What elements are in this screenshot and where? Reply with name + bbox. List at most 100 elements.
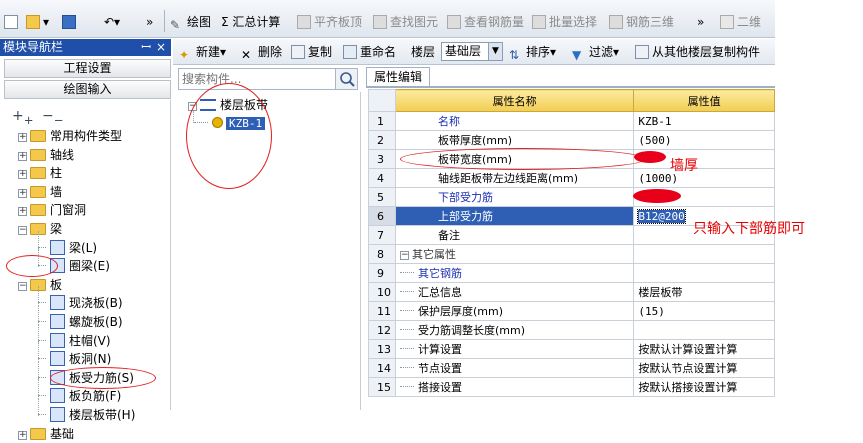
sort-button[interactable]: ⇅ 排序▾ bbox=[509, 43, 556, 62]
tree-line bbox=[38, 379, 39, 398]
property-value[interactable]: (15) bbox=[633, 301, 775, 321]
property-row[interactable]: 2 板带厚度(mm) (500) bbox=[368, 130, 775, 150]
property-row[interactable]: 8− 其它属性 bbox=[368, 244, 775, 264]
expand-icon[interactable]: + bbox=[18, 430, 27, 440]
property-value-text: (15) bbox=[638, 304, 665, 318]
align-top-button[interactable]: 平齐板顶 bbox=[297, 13, 362, 31]
collapse-icon[interactable]: − bbox=[18, 281, 27, 291]
folder-icon bbox=[30, 185, 46, 198]
slab-component-icon bbox=[50, 351, 65, 367]
property-value[interactable] bbox=[633, 320, 775, 340]
project-settings-button[interactable]: 工程设置 bbox=[4, 59, 171, 78]
new-file-icon[interactable] bbox=[4, 13, 21, 31]
property-value[interactable] bbox=[633, 263, 775, 283]
drawing-input-button[interactable]: 绘图输入 bbox=[4, 80, 171, 99]
nav-tree-label: 墙 bbox=[50, 184, 63, 199]
search-input[interactable] bbox=[179, 69, 334, 89]
property-row[interactable]: 14 节点设置 按默认节点设置计算 bbox=[368, 358, 775, 378]
toolbar-overflow-1[interactable]: » bbox=[146, 13, 153, 31]
nav-tree-folder[interactable]: − 梁 bbox=[18, 220, 62, 238]
tree-connector bbox=[400, 348, 414, 349]
tab-property-edit[interactable]: 属性编辑 bbox=[366, 67, 430, 87]
rename-label: 重命名 bbox=[360, 45, 397, 59]
new-button[interactable]: ✦ 新建▾ bbox=[179, 43, 226, 62]
copy-button[interactable]: 复制 bbox=[291, 43, 332, 61]
main-toolbar: ▾ ↶▾ » ✎ 绘图 Σ 汇总计算 平齐板顶 查找图元 查看钢筋量 批量选择 钢… bbox=[0, 0, 775, 38]
nav-tree-child[interactable]: 楼层板带(H) bbox=[38, 406, 135, 424]
tree-connector bbox=[400, 329, 414, 330]
nav-tree-folder[interactable]: + 轴线 bbox=[18, 146, 74, 164]
row-index: 4 bbox=[368, 168, 396, 188]
expand-icon[interactable]: + bbox=[18, 133, 27, 142]
search-icon[interactable] bbox=[335, 69, 357, 89]
nav-tree-folder[interactable]: + 基础 bbox=[18, 425, 74, 443]
toolbar-overflow-2[interactable]: » bbox=[697, 13, 704, 31]
tree-connector bbox=[400, 272, 414, 273]
property-row[interactable]: 12 受力筋调整长度(mm) bbox=[368, 320, 775, 340]
property-row[interactable]: 13 计算设置 按默认计算设置计算 bbox=[368, 339, 775, 359]
property-value[interactable]: 楼层板带 bbox=[633, 282, 775, 302]
nav-tree-child[interactable]: 柱帽(V) bbox=[38, 332, 111, 350]
expand-icon[interactable]: + bbox=[18, 170, 27, 180]
annotation-only-bottom: 只输入下部筋即可 bbox=[693, 221, 805, 237]
rename-button[interactable]: 重命名 bbox=[343, 43, 396, 61]
view-2d-button[interactable]: 二维 bbox=[720, 13, 761, 31]
filter-button[interactable]: ▼ 过滤▾ bbox=[572, 43, 619, 62]
property-row[interactable]: 1 名称 KZB-1 bbox=[368, 111, 775, 131]
property-table: 属性名称 属性值 1 名称 KZB-1 2 板带厚度(mm) (500) 3 板带宽度(mm)… bbox=[368, 89, 775, 397]
property-value[interactable]: (1000) bbox=[633, 168, 775, 188]
tree-line bbox=[38, 230, 39, 249]
pin-icon[interactable]: ꟷ bbox=[141, 39, 151, 56]
save-icon[interactable] bbox=[62, 13, 79, 31]
sum-button[interactable]: Σ 汇总计算 bbox=[221, 13, 280, 31]
nav-tree-folder[interactable]: + 门窗洞 bbox=[18, 201, 86, 219]
expand-icon[interactable]: + bbox=[18, 188, 27, 198]
floor-select[interactable]: 基础层 ▼ bbox=[441, 42, 503, 61]
delete-button[interactable]: ✕ 删除 bbox=[241, 43, 282, 62]
property-value[interactable]: KZB-1 bbox=[633, 111, 775, 131]
nav-tree-folder[interactable]: + 常用构件类型 bbox=[18, 127, 122, 145]
row-index: 15 bbox=[368, 377, 396, 397]
expand-collapse-icons[interactable]: ++ −− bbox=[12, 108, 63, 127]
property-value[interactable]: 按默认节点设置计算 bbox=[633, 358, 775, 378]
property-row[interactable]: 4 轴线距板带左边线距离(mm) (1000) bbox=[368, 168, 775, 188]
property-value[interactable]: 按默认搭接设置计算 bbox=[633, 377, 775, 397]
property-name-label: 下部受力筋 bbox=[438, 191, 493, 204]
property-row[interactable]: 10 汇总信息 楼层板带 bbox=[368, 282, 775, 302]
view-rebar-button[interactable]: 查看钢筋量 bbox=[447, 13, 524, 31]
collapse-icon[interactable]: − bbox=[400, 251, 409, 260]
row-index: 6 bbox=[368, 206, 396, 226]
nav-tree-child[interactable]: 板洞(N) bbox=[38, 350, 111, 368]
folder-icon bbox=[30, 130, 46, 142]
undo-icon[interactable]: ↶▾ bbox=[104, 13, 120, 31]
nav-tree-folder[interactable]: + 柱 bbox=[18, 164, 62, 182]
nav-tree-child[interactable]: 板负筋(F) bbox=[38, 387, 121, 405]
expand-icon[interactable]: + bbox=[18, 151, 27, 161]
close-icon[interactable]: × bbox=[156, 39, 166, 56]
property-value[interactable]: (500) bbox=[633, 130, 775, 150]
nav-tree-folder[interactable]: + 墙 bbox=[18, 183, 62, 201]
batch-select-button[interactable]: 批量选择 bbox=[532, 13, 597, 31]
draw-button[interactable]: ✎ 绘图 bbox=[170, 13, 212, 32]
nav-tree-folder[interactable]: − 板 bbox=[18, 276, 62, 294]
find-element-button[interactable]: 查找图元 bbox=[373, 13, 438, 31]
property-row[interactable]: 11 保护层厚度(mm) (15) bbox=[368, 301, 775, 321]
property-row[interactable]: 5 下部受力筋 bbox=[368, 187, 775, 207]
rebar-3d-button[interactable]: 钢筋三维 bbox=[609, 13, 674, 31]
property-value[interactable]: 按默认计算设置计算 bbox=[633, 339, 775, 359]
nav-tree-child[interactable]: 螺旋板(B) bbox=[38, 313, 123, 331]
property-name-label: 其它属性 bbox=[412, 248, 456, 261]
find-label: 查找图元 bbox=[390, 15, 439, 29]
property-value[interactable] bbox=[633, 244, 775, 264]
draw-label: 绘图 bbox=[187, 15, 212, 29]
nav-tree-child[interactable]: 梁(L) bbox=[38, 239, 97, 257]
open-folder-icon[interactable]: ▾ bbox=[26, 13, 49, 31]
property-row[interactable]: 15 搭接设置 按默认搭接设置计算 bbox=[368, 377, 775, 397]
property-name: 保护层厚度(mm) bbox=[394, 301, 635, 321]
collapse-icon[interactable]: − bbox=[18, 226, 27, 235]
property-name-label: 备注 bbox=[438, 229, 460, 242]
expand-icon[interactable]: + bbox=[18, 207, 27, 217]
copy-from-floor-button[interactable]: 从其他楼层复制构件 bbox=[635, 43, 760, 61]
property-row[interactable]: 9 其它钢筋 bbox=[368, 263, 775, 283]
nav-tree-child[interactable]: 现浇板(B) bbox=[38, 294, 123, 312]
